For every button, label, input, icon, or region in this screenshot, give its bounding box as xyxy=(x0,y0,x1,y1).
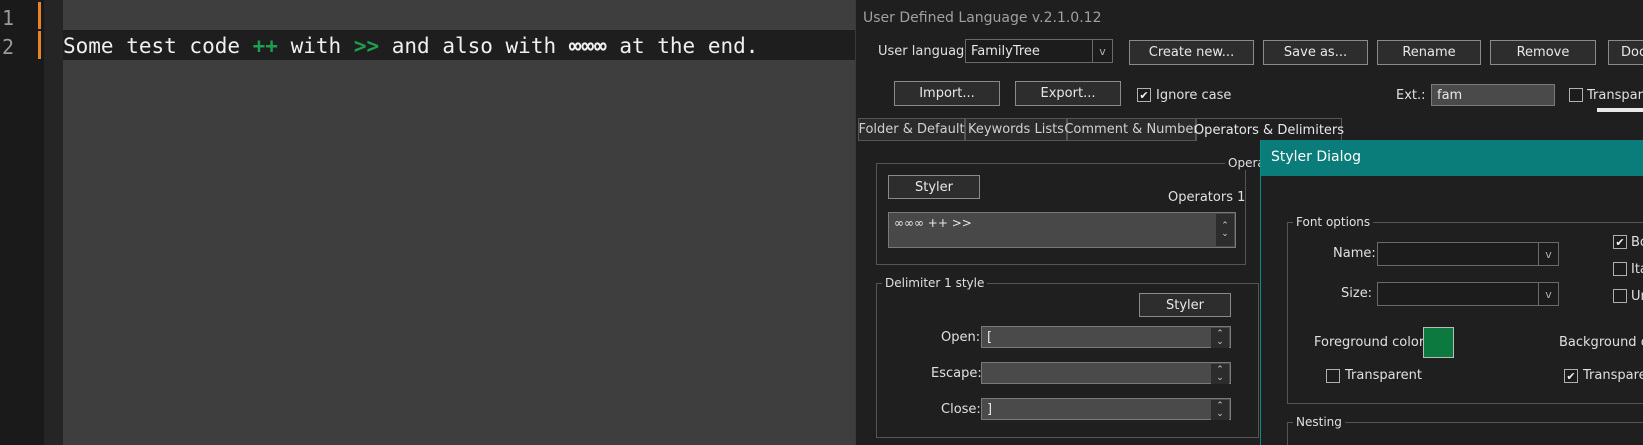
operators1-textarea[interactable]: ∞∞∞ ++ >> ⌃ ⌄ xyxy=(888,212,1236,248)
checkmark-icon: ✔ xyxy=(1566,369,1576,383)
delimiter-1-group-title: Delimiter 1 style xyxy=(882,276,988,290)
chevron-down-icon: ⌄ xyxy=(1221,229,1229,239)
code-text[interactable]: Some test code ++ with >> and also with … xyxy=(63,31,758,61)
transparency-label: Transpare xyxy=(1587,88,1643,103)
editor-line-1[interactable] xyxy=(63,0,855,30)
panel-title: User Defined Language v.2.1.0.12 xyxy=(863,10,1102,26)
tab-folder-default[interactable]: Folder & Default xyxy=(858,118,965,141)
nesting-title: Nesting xyxy=(1293,415,1345,429)
remove-button[interactable]: Remove xyxy=(1490,40,1596,65)
code-text-plain: at the end. xyxy=(606,34,759,58)
styler-title: Styler Dialog xyxy=(1271,149,1361,165)
chevron-down-icon[interactable]: v xyxy=(1538,283,1558,305)
code-text-plain: and also with xyxy=(379,34,569,58)
rename-button[interactable]: Rename xyxy=(1377,40,1481,65)
italic-label: Ita xyxy=(1631,262,1643,277)
code-editor[interactable]: 1 2 Some test code ++ with >> and also w… xyxy=(0,0,855,445)
import-button[interactable]: Import... xyxy=(894,81,1000,106)
fg-transparent-checkbox[interactable] xyxy=(1326,369,1340,383)
escape-label: Escape: xyxy=(931,366,982,381)
change-marker-1 xyxy=(38,2,41,29)
tab-keywords-lists[interactable]: Keywords Lists xyxy=(965,118,1067,141)
bg-transparent-label: Transparer xyxy=(1583,368,1643,383)
foreground-color-label: Foreground color: xyxy=(1314,335,1429,350)
user-language-value: FamilyTree xyxy=(971,43,1040,59)
close-input[interactable]: ] ⌃ ⌄ xyxy=(981,398,1231,420)
underline-label: Ur xyxy=(1631,289,1643,304)
checkmark-icon: ✔ xyxy=(1615,235,1625,249)
scroll-spinner[interactable]: ⌃ ⌄ xyxy=(1211,364,1229,384)
code-text-plain: with xyxy=(277,34,354,58)
line-number-1: 1 xyxy=(1,6,14,30)
bold-checkbox[interactable]: ✔ xyxy=(1613,235,1627,249)
ignore-case-label: Ignore case xyxy=(1156,88,1232,103)
create-new-button[interactable]: Create new... xyxy=(1129,40,1254,65)
scroll-spinner[interactable]: ⌃ ⌄ xyxy=(1211,328,1229,348)
code-text-plain: Some test code xyxy=(63,34,253,58)
chevron-down-icon: ⌄ xyxy=(1216,373,1224,383)
escape-input[interactable]: ⌃ ⌄ xyxy=(981,362,1231,384)
font-name-label: Name: xyxy=(1333,246,1376,261)
chevron-down-icon: ⌄ xyxy=(1216,337,1224,347)
fg-transparent-label: Transparent xyxy=(1345,368,1422,383)
operators1-value: ∞∞∞ ++ >> xyxy=(894,216,972,230)
line-number-gutter xyxy=(0,0,44,445)
user-language-label: User language: xyxy=(878,44,977,59)
operator-token: ++ xyxy=(252,34,278,58)
scroll-spinner[interactable]: ⌃ ⌄ xyxy=(1211,400,1229,420)
fold-margin xyxy=(44,0,63,445)
open-value: [ xyxy=(987,329,993,345)
close-value: ] xyxy=(987,401,993,417)
change-marker-2 xyxy=(38,31,41,59)
delimiter-styler-button[interactable]: Styler xyxy=(1139,293,1231,317)
open-label: Open: xyxy=(941,330,981,345)
styler-dialog: Styler Dialog Font options Name: v Size:… xyxy=(1260,140,1643,445)
ext-input[interactable]: fam xyxy=(1431,84,1555,106)
font-size-select[interactable]: v xyxy=(1377,282,1559,306)
user-language-select[interactable]: FamilyTree v xyxy=(965,39,1113,63)
operators-styler-button[interactable]: Styler xyxy=(888,175,980,199)
ext-label: Ext.: xyxy=(1396,88,1426,103)
ignore-case-checkbox[interactable]: ✔ xyxy=(1137,88,1151,102)
line-number-2: 2 xyxy=(1,35,14,59)
close-label: Close: xyxy=(941,402,981,417)
font-options-title: Font options xyxy=(1293,215,1374,229)
transparency-checkbox[interactable] xyxy=(1569,88,1583,102)
foreground-color-swatch[interactable] xyxy=(1423,327,1454,358)
operator-token: ∞∞∞ xyxy=(568,34,607,58)
dock-button[interactable]: Doc xyxy=(1608,40,1643,65)
bold-label: Bo xyxy=(1631,235,1643,250)
scroll-spinner[interactable]: ⌃ ⌄ xyxy=(1216,214,1234,246)
transparency-slider[interactable] xyxy=(1597,108,1643,112)
operator-token: >> xyxy=(353,34,380,58)
checkmark-icon: ✔ xyxy=(1139,88,1149,102)
bg-transparent-checkbox[interactable]: ✔ xyxy=(1564,369,1578,383)
background-color-label: Background col xyxy=(1559,335,1643,350)
font-name-select[interactable]: v xyxy=(1377,242,1559,266)
operators1-label: Operators 1 xyxy=(1168,190,1246,205)
underline-checkbox[interactable] xyxy=(1613,289,1627,303)
save-as-button[interactable]: Save as... xyxy=(1263,40,1368,65)
open-input[interactable]: [ ⌃ ⌄ xyxy=(981,326,1231,348)
tab-operators-delimiters[interactable]: Operators & Delimiters xyxy=(1194,118,1344,141)
tab-comment-number[interactable]: Comment & Number xyxy=(1064,118,1199,141)
italic-checkbox[interactable] xyxy=(1613,262,1627,276)
chevron-down-icon: ⌄ xyxy=(1216,409,1224,419)
chevron-down-icon[interactable]: v xyxy=(1092,40,1112,62)
font-size-label: Size: xyxy=(1341,286,1373,301)
chevron-down-icon[interactable]: v xyxy=(1538,243,1558,265)
export-button[interactable]: Export... xyxy=(1015,81,1121,106)
